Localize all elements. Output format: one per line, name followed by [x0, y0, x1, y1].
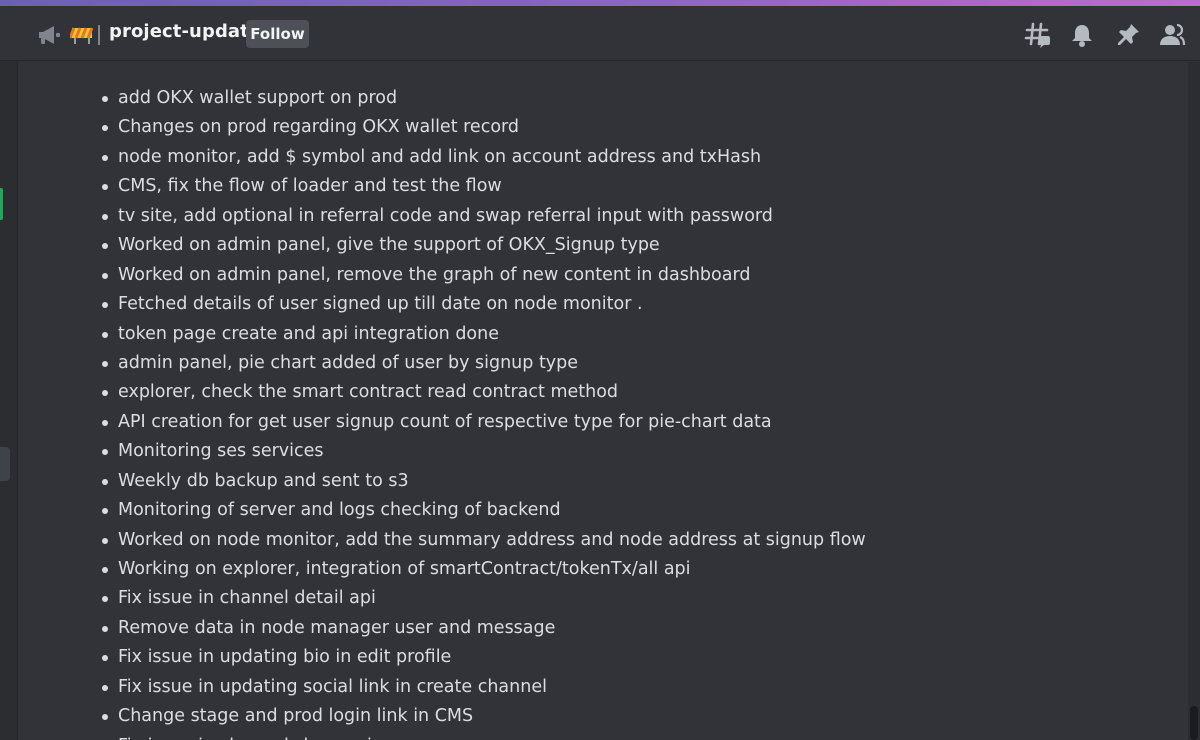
message-area: add OKX wallet support on prod Changes o…: [18, 62, 1188, 740]
construction-barrier-icon: [68, 22, 94, 46]
list-item: explorer, check the smart contract read …: [102, 378, 866, 407]
list-item: API creation for get user signup count o…: [102, 408, 866, 437]
unread-indicator: [0, 188, 3, 220]
scrollbar-thumb[interactable]: [1190, 706, 1198, 740]
channel-header: project-updates Follow: [0, 6, 1200, 61]
list-item: tv site, add optional in referral code a…: [102, 202, 866, 231]
pin-icon[interactable]: [1114, 21, 1142, 49]
server-channel-rail: [0, 61, 18, 740]
scrollbar[interactable]: [1188, 62, 1200, 740]
list-item: add OKX wallet support on prod: [102, 84, 866, 113]
list-item: Monitoring of server and logs checking o…: [102, 496, 866, 525]
list-item: Fix issue in channel detail api: [102, 584, 866, 613]
list-item: Fix issue in updating social link in cre…: [102, 673, 866, 702]
list-item: Working on explorer, integration of smar…: [102, 555, 866, 584]
list-item: Fix issue in channel show api: [102, 732, 866, 740]
list-item: Weekly db backup and sent to s3: [102, 467, 866, 496]
list-item: Fix issue in updating bio in edit profil…: [102, 643, 866, 672]
title-divider: [98, 25, 100, 45]
list-item: Worked on node monitor, add the summary …: [102, 526, 866, 555]
list-item: Changes on prod regarding OKX wallet rec…: [102, 113, 866, 142]
rail-item[interactable]: [0, 447, 10, 481]
list-item: Worked on admin panel, give the support …: [102, 231, 866, 260]
megaphone-icon: [36, 23, 64, 47]
list-item: token page create and api integration do…: [102, 320, 866, 349]
list-item: admin panel, pie chart added of user by …: [102, 349, 866, 378]
list-item: Worked on admin panel, remove the graph …: [102, 261, 866, 290]
list-item: Fetched details of user signed up till d…: [102, 290, 866, 319]
threads-icon[interactable]: [1024, 21, 1052, 49]
list-item: Monitoring ses services: [102, 437, 866, 466]
list-item: Remove data in node manager user and mes…: [102, 614, 866, 643]
follow-button[interactable]: Follow: [246, 20, 309, 48]
members-icon[interactable]: [1158, 21, 1186, 49]
update-list: add OKX wallet support on prod Changes o…: [102, 84, 866, 740]
bell-icon[interactable]: [1068, 21, 1096, 49]
list-item: CMS, fix the flow of loader and test the…: [102, 172, 866, 201]
list-item: Change stage and prod login link in CMS: [102, 702, 866, 731]
list-item: node monitor, add $ symbol and add link …: [102, 143, 866, 172]
